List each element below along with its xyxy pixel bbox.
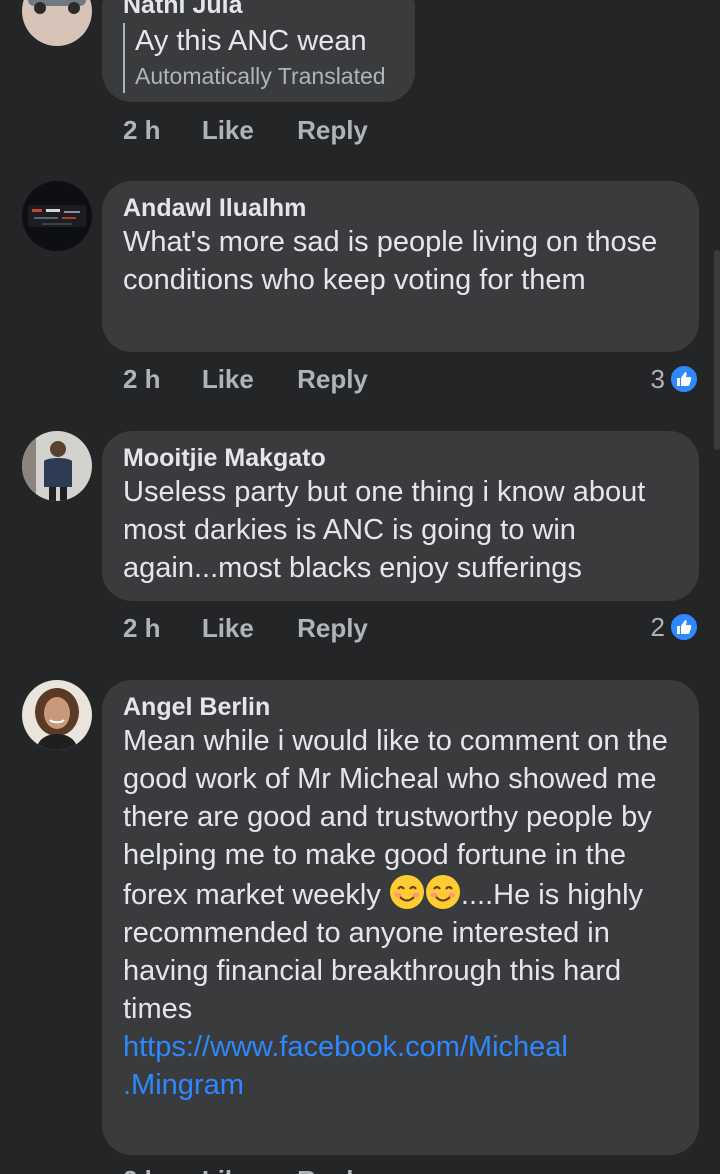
- avatar[interactable]: [22, 431, 92, 501]
- reply-button[interactable]: Reply: [297, 611, 368, 645]
- avatar[interactable]: [22, 0, 92, 46]
- like-button[interactable]: Like: [202, 362, 254, 396]
- comment-author[interactable]: Andawl Ilualhm: [123, 193, 679, 223]
- translated-block: Ay this ANC wean Automatically Translate…: [123, 23, 395, 93]
- timestamp: 2 h: [123, 613, 161, 643]
- like-button[interactable]: Like: [202, 113, 254, 147]
- comment-text: Ay this ANC wean: [135, 25, 367, 57]
- scrollbar[interactable]: [714, 250, 720, 450]
- reply-button[interactable]: Reply: [297, 1163, 368, 1174]
- comment-bubble: Angel Berlin Mean while i would like to …: [102, 680, 699, 1155]
- translation-label[interactable]: Automatically Translated: [135, 59, 395, 93]
- smiling-face-icon: [389, 874, 425, 910]
- avatar[interactable]: [22, 680, 92, 750]
- comment-link[interactable]: https://www.facebook.com/Micheal .Mingra…: [123, 1028, 633, 1104]
- like-button[interactable]: Like: [202, 1163, 254, 1174]
- timestamp: 2 h: [123, 115, 161, 145]
- comment-actions: 2 h Like Reply: [123, 113, 368, 147]
- comment-bubble: Nathi Jula Ay this ANC wean Automaticall…: [102, 0, 415, 102]
- comment-text: Useless party but one thing i know about…: [123, 476, 646, 584]
- comment-author[interactable]: Nathi Jula: [123, 0, 395, 20]
- reaction-summary[interactable]: 3: [651, 362, 699, 396]
- reply-button[interactable]: Reply: [297, 362, 368, 396]
- reaction-summary[interactable]: 2: [651, 610, 699, 644]
- comment-actions: 2 h Like Reply: [123, 362, 368, 396]
- avatar[interactable]: [22, 181, 92, 251]
- comment-author[interactable]: Angel Berlin: [123, 692, 679, 722]
- comment-author[interactable]: Mooitjie Makgato: [123, 443, 679, 473]
- comment-text: What's more sad is people living on thos…: [123, 226, 658, 296]
- comment-bubble: Mooitjie Makgato Useless party but one t…: [102, 431, 699, 601]
- comment-actions: 2 h Like Reply: [123, 1163, 368, 1174]
- like-button[interactable]: Like: [202, 611, 254, 645]
- thumbs-up-icon: [669, 364, 699, 394]
- comment-actions: 2 h Like Reply: [123, 611, 368, 645]
- comment-text: Mean while i would like to comment on th…: [123, 722, 679, 1028]
- reaction-count: 2: [650, 611, 665, 642]
- thumbs-up-icon: [669, 612, 699, 642]
- smiling-face-icon: [425, 874, 461, 910]
- timestamp: 2 h: [123, 364, 161, 394]
- reply-button[interactable]: Reply: [297, 113, 368, 147]
- comment-bubble: Andawl Ilualhm What's more sad is people…: [102, 181, 699, 352]
- reaction-count: 3: [650, 363, 665, 394]
- timestamp: 2 h: [123, 1163, 161, 1174]
